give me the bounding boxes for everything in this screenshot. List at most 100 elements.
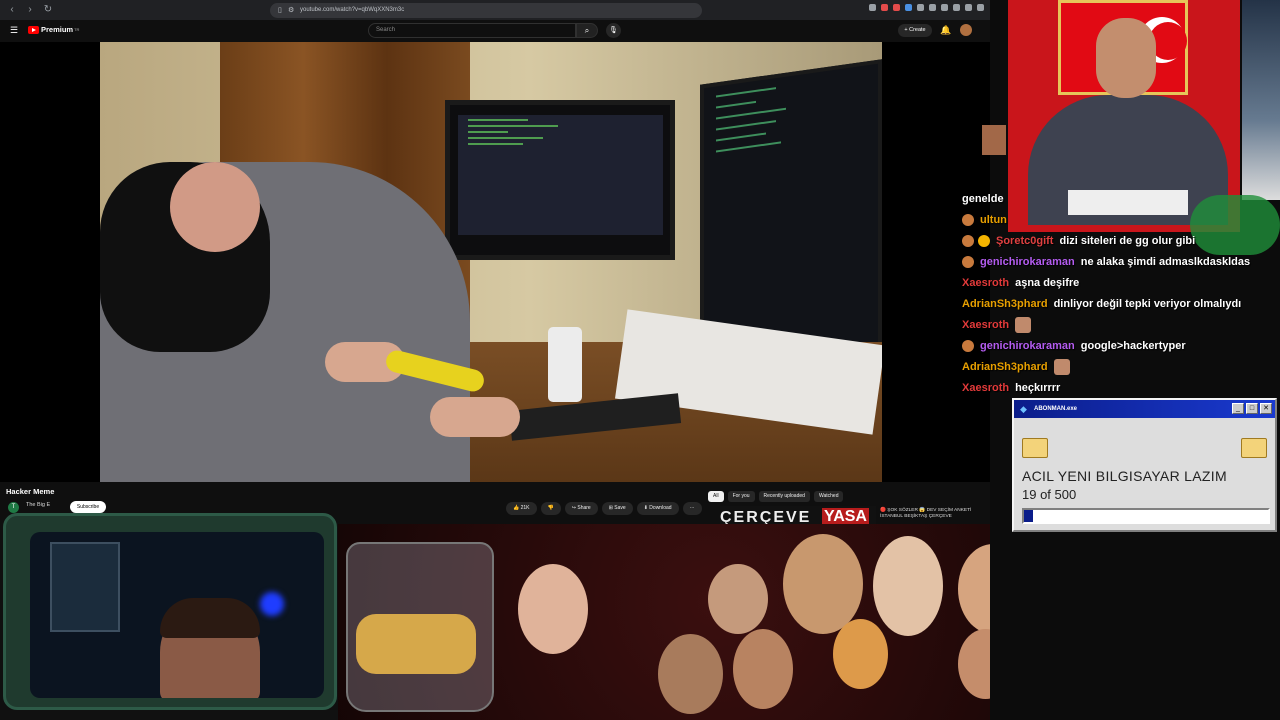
hamburger-menu-icon[interactable]: ☰	[10, 26, 19, 35]
chip-for-you[interactable]: For you	[727, 491, 755, 502]
microphone-icon[interactable]: 🎙	[606, 23, 621, 38]
notifications-bell-icon[interactable]: 🔔	[940, 25, 951, 36]
recommended-video-title[interactable]: 🔴 ŞOK SÖZLER 😱 DEV SEÇİM ANKETİ İSTANBUL…	[880, 508, 980, 520]
video-monitor-left	[445, 100, 675, 260]
recommended-video-thumbnail[interactable]: ÇERÇEVE YASA	[720, 506, 876, 526]
maximize-button[interactable]: □	[1246, 403, 1258, 414]
chat-message: Xaesroth	[962, 314, 1280, 335]
chip-watched[interactable]: Watched	[813, 491, 844, 502]
webcam-blue-light	[260, 592, 284, 616]
bookmark-icon[interactable]: ▯	[278, 3, 282, 18]
live-chat: genelde ultun Şoretc0gift dizi siteleri de …	[962, 188, 1280, 398]
extension-icon[interactable]	[941, 4, 948, 11]
chat-username[interactable]: Xaesroth	[962, 277, 1009, 289]
channel-avatar[interactable]: T	[8, 502, 19, 513]
popup-titlebar[interactable]: ◆ ABONMAN.exe _ □ ✕	[1014, 400, 1275, 418]
search-input[interactable]: Search	[368, 23, 576, 38]
app-icon: ◆	[1020, 404, 1027, 414]
back-icon[interactable]: ‹	[6, 4, 18, 16]
chip-recently-uploaded[interactable]: Recently uploaded	[758, 491, 810, 502]
chat-username[interactable]: AdrianSh3phard	[962, 298, 1048, 310]
site-info-icon[interactable]: ⚙	[288, 3, 294, 18]
webcam-window	[50, 542, 120, 632]
youtube-play-icon	[28, 25, 39, 34]
chat-text: genelde	[962, 192, 1004, 205]
popup-title: ABONMAN.exe	[1034, 406, 1078, 412]
bottom-strip	[0, 710, 338, 720]
video-actions: 👍 21K 👎 ↪ Share ⊞ Save ⬇ Download ···	[506, 502, 702, 515]
menu-icon[interactable]	[977, 4, 984, 11]
chat-message: Xaesroth aşna deşifre	[962, 272, 1280, 293]
popup-message: ACIL YENI BILGISAYAR LAZIM	[1022, 468, 1227, 484]
gold-coins	[356, 614, 476, 674]
logo-country: TR	[74, 27, 80, 32]
meme-face	[733, 629, 793, 709]
chat-message: AdrianSh3phard	[962, 356, 1280, 377]
channel-name[interactable]: The Big E	[26, 502, 50, 508]
video-bottle	[548, 327, 582, 402]
search-icon[interactable]: ⌕	[576, 23, 598, 38]
chat-message: AdrianSh3phard dinliyor değil tepki veriy…	[962, 293, 1280, 314]
chat-text: dinliyor değil tepki veriyor olmalıydı	[1053, 297, 1242, 310]
subscribe-button[interactable]: Subscribe	[70, 501, 106, 513]
minimize-button[interactable]: _	[1232, 403, 1244, 414]
share-button[interactable]: ↪ Share	[564, 502, 598, 515]
extension-icon[interactable]	[893, 4, 900, 11]
download-button[interactable]: ⬇ Download	[636, 502, 679, 515]
video-frame[interactable]	[100, 42, 882, 482]
create-button[interactable]: + Create	[898, 24, 932, 37]
like-count: 21K	[520, 505, 530, 511]
more-actions-button[interactable]: ···	[682, 502, 702, 515]
like-icon: 👍	[513, 505, 521, 511]
extension-icon[interactable]	[917, 4, 924, 11]
address-bar[interactable]: ▯ ⚙ youtube.com/watch?v=qbWqXXN3m3c	[270, 3, 702, 18]
chat-username[interactable]: Xaesroth	[962, 382, 1009, 394]
meme-face	[873, 536, 943, 636]
chat-username[interactable]: Şoretc0gift	[996, 235, 1053, 247]
window-controls: _ □ ✕	[1232, 403, 1272, 414]
dislike-icon: 👎	[547, 505, 554, 511]
extension-icon[interactable]	[965, 4, 972, 11]
chat-username[interactable]: genichirokaraman	[980, 256, 1075, 268]
chat-username[interactable]: genichirokaraman	[980, 340, 1075, 352]
chat-badge-icon	[962, 213, 974, 226]
meme-face	[518, 564, 588, 654]
youtube-logo[interactable]: Premium TR	[28, 25, 79, 34]
retro-popup-window[interactable]: ◆ ABONMAN.exe _ □ ✕ ACIL YENI BILGISAYAR…	[1012, 398, 1277, 532]
chat-username[interactable]: Xaesroth	[962, 319, 1009, 331]
extension-icon[interactable]	[929, 4, 936, 11]
folder-open-icon	[1241, 438, 1267, 458]
chat-message: Xaesroth heçkırrrr	[962, 377, 1280, 398]
save-button[interactable]: ⊞ Save	[601, 502, 633, 515]
video-hacker	[100, 162, 470, 482]
chat-emote-icon	[1015, 316, 1032, 333]
extension-icon[interactable]	[881, 4, 888, 11]
close-button[interactable]: ✕	[1260, 403, 1272, 414]
meme-face	[658, 634, 723, 714]
progress-fill	[1024, 510, 1034, 522]
video-raised-hand	[170, 162, 260, 252]
folder-icon	[1022, 438, 1048, 458]
reload-icon[interactable]: ↻	[42, 4, 54, 16]
url-text: youtube.com/watch?v=qbWqXXN3m3c	[300, 7, 405, 13]
chat-message: genichirokaraman ne alaka şimdi admaslkda…	[962, 251, 1280, 272]
chat-username[interactable]: ultun	[980, 214, 1007, 226]
chat-username[interactable]: AdrianSh3phard	[962, 361, 1048, 373]
like-button[interactable]: 👍 21K	[506, 502, 537, 515]
dislike-button[interactable]: 👎	[540, 502, 561, 515]
forward-icon[interactable]: ›	[24, 4, 36, 16]
chat-badge-icon	[962, 339, 974, 352]
account-avatar[interactable]	[960, 24, 972, 36]
chat-message: ultun	[962, 209, 1280, 230]
chip-all[interactable]: All	[708, 491, 724, 502]
chat-text: heçkırrrr	[1015, 381, 1061, 394]
video-hand	[430, 397, 520, 437]
extension-icon[interactable]	[953, 4, 960, 11]
webcam-feed	[30, 532, 324, 698]
video-title: Hacker Meme	[6, 487, 55, 496]
recommendation-chips: All For you Recently uploaded Watched	[708, 491, 844, 502]
extension-icons	[869, 4, 984, 11]
extension-icon[interactable]	[905, 4, 912, 11]
extension-icon[interactable]	[869, 4, 876, 11]
youtube-header: ☰ Premium TR Search ⌕ 🎙 + Create 🔔	[0, 20, 990, 42]
